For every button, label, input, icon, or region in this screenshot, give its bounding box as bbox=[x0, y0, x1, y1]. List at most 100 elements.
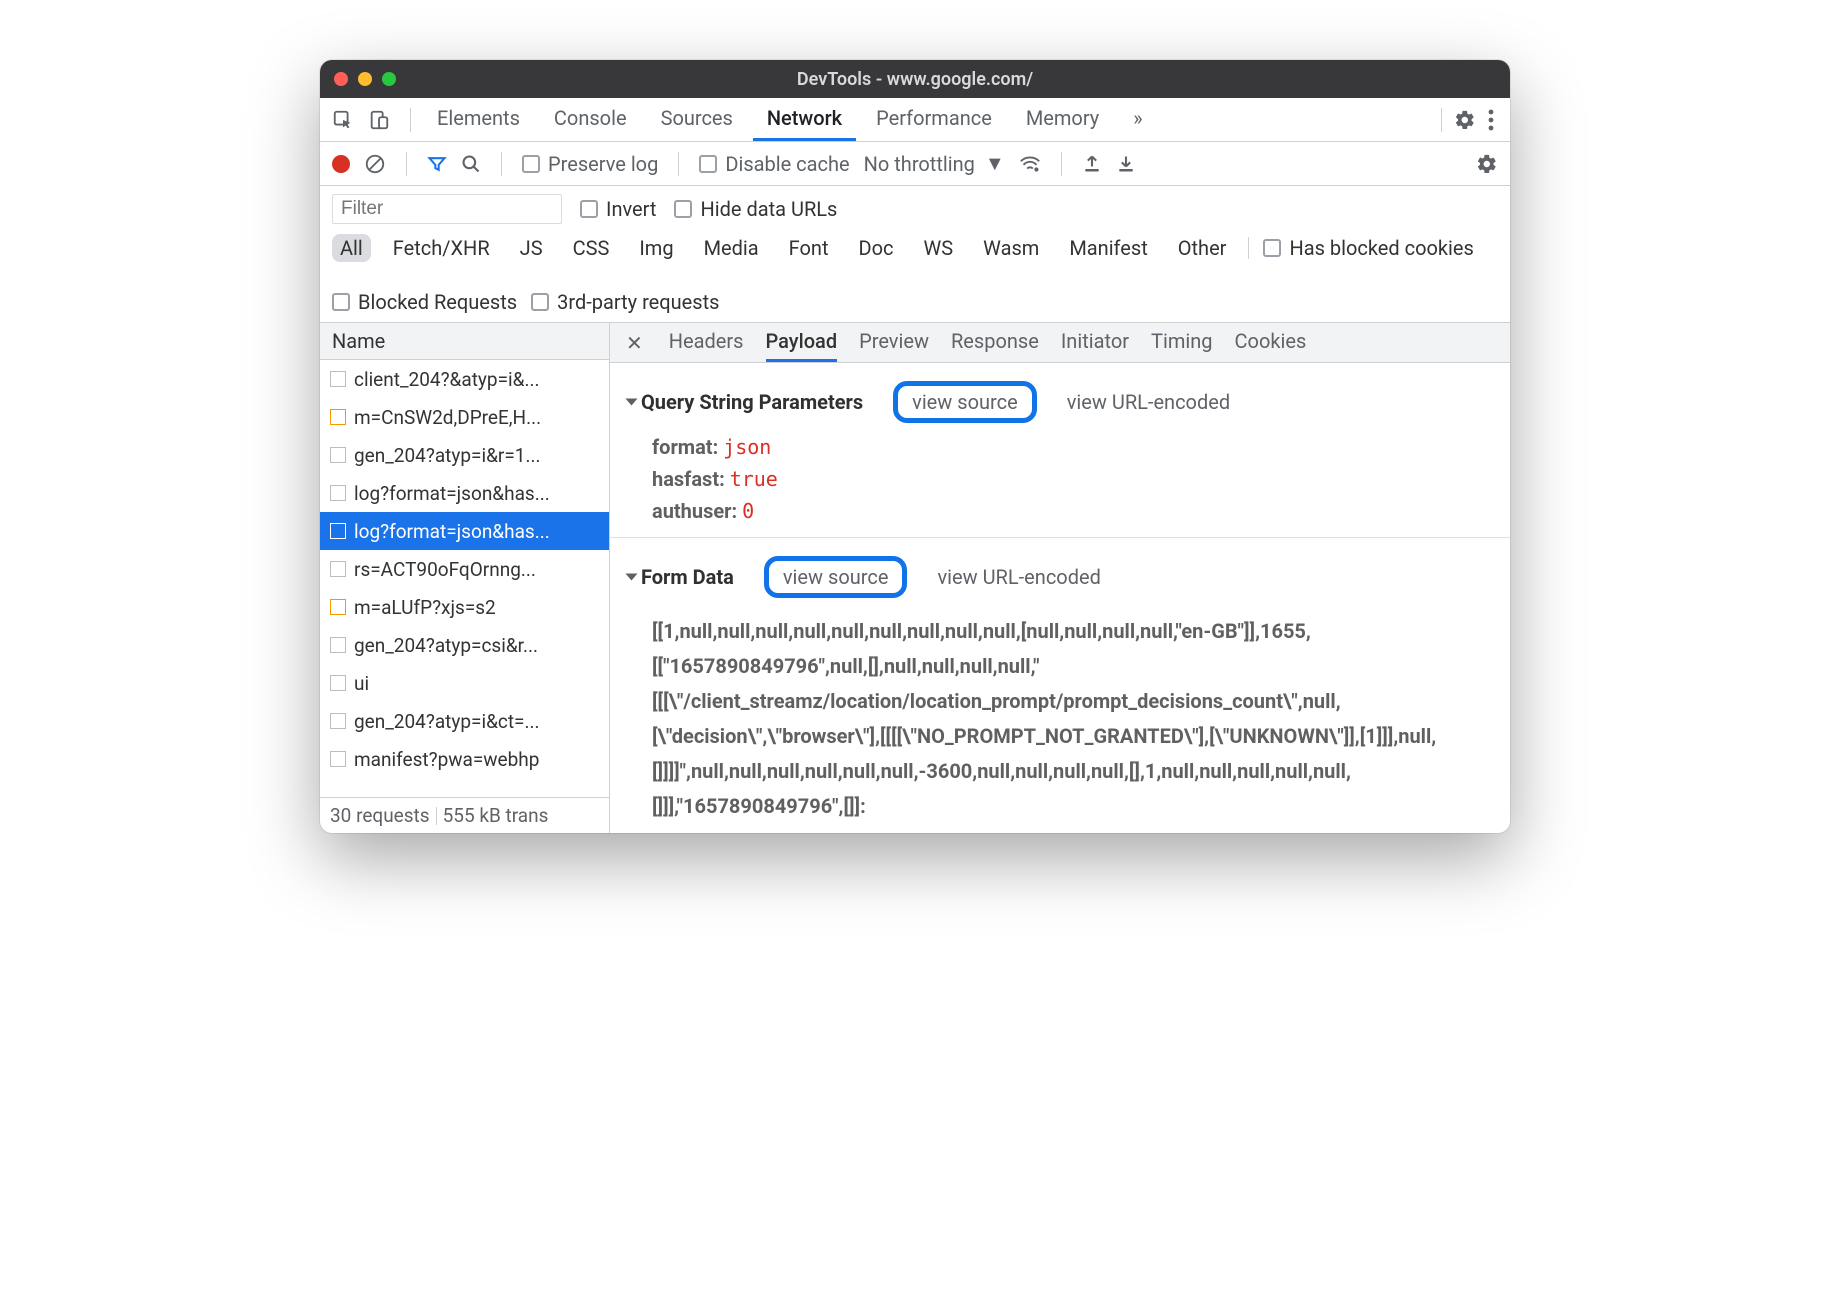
qsp-title[interactable]: Query String Parameters bbox=[628, 390, 863, 414]
detail-tab-response[interactable]: Response bbox=[951, 323, 1039, 362]
separator bbox=[1441, 108, 1442, 132]
request-name: ui bbox=[354, 672, 369, 695]
collapse-icon bbox=[626, 399, 638, 406]
panel-tab-performance[interactable]: Performance bbox=[862, 98, 1006, 141]
maximize-window-button[interactable] bbox=[382, 72, 396, 86]
request-name: gen_204?atyp=i&r=1... bbox=[354, 444, 540, 467]
filter-input[interactable] bbox=[332, 194, 562, 224]
device-toolbar-icon[interactable] bbox=[368, 109, 390, 131]
document-icon bbox=[330, 447, 346, 463]
type-filter-fetchxhr[interactable]: Fetch/XHR bbox=[385, 234, 498, 262]
type-filter-css[interactable]: CSS bbox=[565, 234, 618, 262]
request-row[interactable]: log?format=json&has... bbox=[320, 512, 609, 550]
type-filter-js[interactable]: JS bbox=[512, 234, 551, 262]
record-button[interactable] bbox=[332, 155, 350, 173]
minimize-window-button[interactable] bbox=[358, 72, 372, 86]
panel-tab-sources[interactable]: Sources bbox=[647, 98, 747, 141]
detail-tab-payload[interactable]: Payload bbox=[766, 323, 838, 362]
separator bbox=[406, 152, 407, 176]
request-row[interactable]: ui bbox=[320, 664, 609, 702]
type-filter-manifest[interactable]: Manifest bbox=[1061, 234, 1155, 262]
detail-tabs: ✕ Headers Payload Preview Response Initiator… bbox=[610, 323, 1510, 363]
formdata-view-source-link[interactable]: view source bbox=[764, 556, 908, 598]
request-name: m=aLUfP?xjs=s2 bbox=[354, 596, 496, 619]
request-name: client_204?&atyp=i&... bbox=[354, 368, 539, 391]
type-filter-img[interactable]: Img bbox=[631, 234, 681, 262]
invert-checkbox[interactable]: Invert bbox=[580, 197, 656, 221]
close-detail-icon[interactable]: ✕ bbox=[626, 331, 643, 355]
panel-tab-elements[interactable]: Elements bbox=[423, 98, 534, 141]
detail-tab-preview[interactable]: Preview bbox=[859, 323, 929, 362]
resource-type-filters: All Fetch/XHR JS CSS Img Media Font Doc WS Wasm Ma… bbox=[320, 230, 1510, 323]
query-param: authuser: 0 bbox=[628, 497, 1492, 529]
request-row[interactable]: m=CnSW2d,DPreE,H... bbox=[320, 398, 609, 436]
type-filter-ws[interactable]: WS bbox=[916, 234, 962, 262]
request-row[interactable]: manifest?pwa=webhp bbox=[320, 740, 609, 778]
type-filter-other[interactable]: Other bbox=[1170, 234, 1235, 262]
kebab-menu-icon[interactable] bbox=[1482, 109, 1500, 131]
request-row[interactable]: log?format=json&has... bbox=[320, 474, 609, 512]
panel-tab-console[interactable]: Console bbox=[540, 98, 641, 141]
formdata-title[interactable]: Form Data bbox=[628, 565, 734, 589]
section-divider bbox=[610, 537, 1510, 538]
third-party-checkbox[interactable]: 3rd-party requests bbox=[531, 290, 719, 314]
request-row[interactable]: gen_204?atyp=csi&r... bbox=[320, 626, 609, 664]
request-name: gen_204?atyp=csi&r... bbox=[354, 634, 538, 657]
hide-data-urls-checkbox[interactable]: Hide data URLs bbox=[674, 197, 837, 221]
separator bbox=[1061, 152, 1062, 176]
settings-gear-icon[interactable] bbox=[1454, 109, 1476, 131]
type-filter-all[interactable]: All bbox=[332, 234, 371, 262]
more-tabs-button[interactable]: » bbox=[1119, 98, 1156, 141]
detail-tab-timing[interactable]: Timing bbox=[1151, 323, 1212, 362]
export-har-icon[interactable] bbox=[1116, 154, 1136, 174]
document-icon bbox=[330, 751, 346, 767]
devtools-window: DevTools - www.google.com/ ElementsConso… bbox=[320, 60, 1510, 833]
filter-icon[interactable] bbox=[427, 154, 447, 174]
request-row[interactable]: rs=ACT90oFqOrnng... bbox=[320, 550, 609, 588]
document-icon bbox=[330, 371, 346, 387]
detail-tab-headers[interactable]: Headers bbox=[669, 323, 744, 362]
has-blocked-cookies-checkbox[interactable]: Has blocked cookies bbox=[1263, 236, 1473, 260]
qsp-title-text: Query String Parameters bbox=[641, 390, 863, 414]
disable-cache-checkbox[interactable]: Disable cache bbox=[699, 152, 849, 176]
network-conditions-icon[interactable] bbox=[1019, 153, 1041, 175]
close-window-button[interactable] bbox=[334, 72, 348, 86]
request-detail-pane: ✕ Headers Payload Preview Response Initiator… bbox=[610, 323, 1510, 833]
query-param: format: json bbox=[628, 433, 1492, 465]
column-header-name[interactable]: Name bbox=[320, 323, 609, 360]
request-name: rs=ACT90oFqOrnng... bbox=[354, 558, 536, 581]
separator bbox=[410, 108, 411, 132]
type-filter-font[interactable]: Font bbox=[781, 234, 837, 262]
qsp-view-urlencoded-link[interactable]: view URL-encoded bbox=[1067, 390, 1230, 414]
request-row[interactable]: client_204?&atyp=i&... bbox=[320, 360, 609, 398]
panel-tab-memory[interactable]: Memory bbox=[1012, 98, 1113, 141]
type-filter-wasm[interactable]: Wasm bbox=[975, 234, 1047, 262]
type-filter-media[interactable]: Media bbox=[696, 234, 767, 262]
search-icon[interactable] bbox=[461, 154, 481, 174]
formdata-view-urlencoded-link[interactable]: view URL-encoded bbox=[937, 565, 1100, 589]
clear-icon[interactable] bbox=[364, 153, 386, 175]
request-name: log?format=json&has... bbox=[354, 482, 550, 505]
window-title: DevTools - www.google.com/ bbox=[320, 69, 1510, 90]
request-row[interactable]: gen_204?atyp=i&r=1... bbox=[320, 436, 609, 474]
type-filter-doc[interactable]: Doc bbox=[851, 234, 902, 262]
throttling-select[interactable]: No throttling ▼ bbox=[864, 151, 1005, 176]
detail-tab-cookies[interactable]: Cookies bbox=[1235, 323, 1307, 362]
import-har-icon[interactable] bbox=[1082, 154, 1102, 174]
separator bbox=[436, 807, 437, 825]
request-name: manifest?pwa=webhp bbox=[354, 748, 539, 771]
preserve-log-checkbox[interactable]: Preserve log bbox=[522, 152, 658, 176]
qsp-view-source-link[interactable]: view source bbox=[893, 381, 1037, 423]
inspect-element-icon[interactable] bbox=[332, 109, 354, 131]
blocked-requests-checkbox[interactable]: Blocked Requests bbox=[332, 290, 517, 314]
filter-row: Invert Hide data URLs bbox=[320, 186, 1510, 230]
request-row[interactable]: m=aLUfP?xjs=s2 bbox=[320, 588, 609, 626]
detail-tab-initiator[interactable]: Initiator bbox=[1061, 323, 1129, 362]
network-settings-gear-icon[interactable] bbox=[1476, 153, 1498, 175]
invert-label: Invert bbox=[606, 197, 656, 221]
panel-tab-network[interactable]: Network bbox=[753, 98, 856, 141]
disable-cache-label: Disable cache bbox=[725, 152, 849, 176]
request-row[interactable]: gen_204?atyp=i&ct=... bbox=[320, 702, 609, 740]
throttling-label: No throttling bbox=[864, 152, 975, 176]
status-bar: 30 requests 555 kB trans bbox=[320, 797, 609, 833]
